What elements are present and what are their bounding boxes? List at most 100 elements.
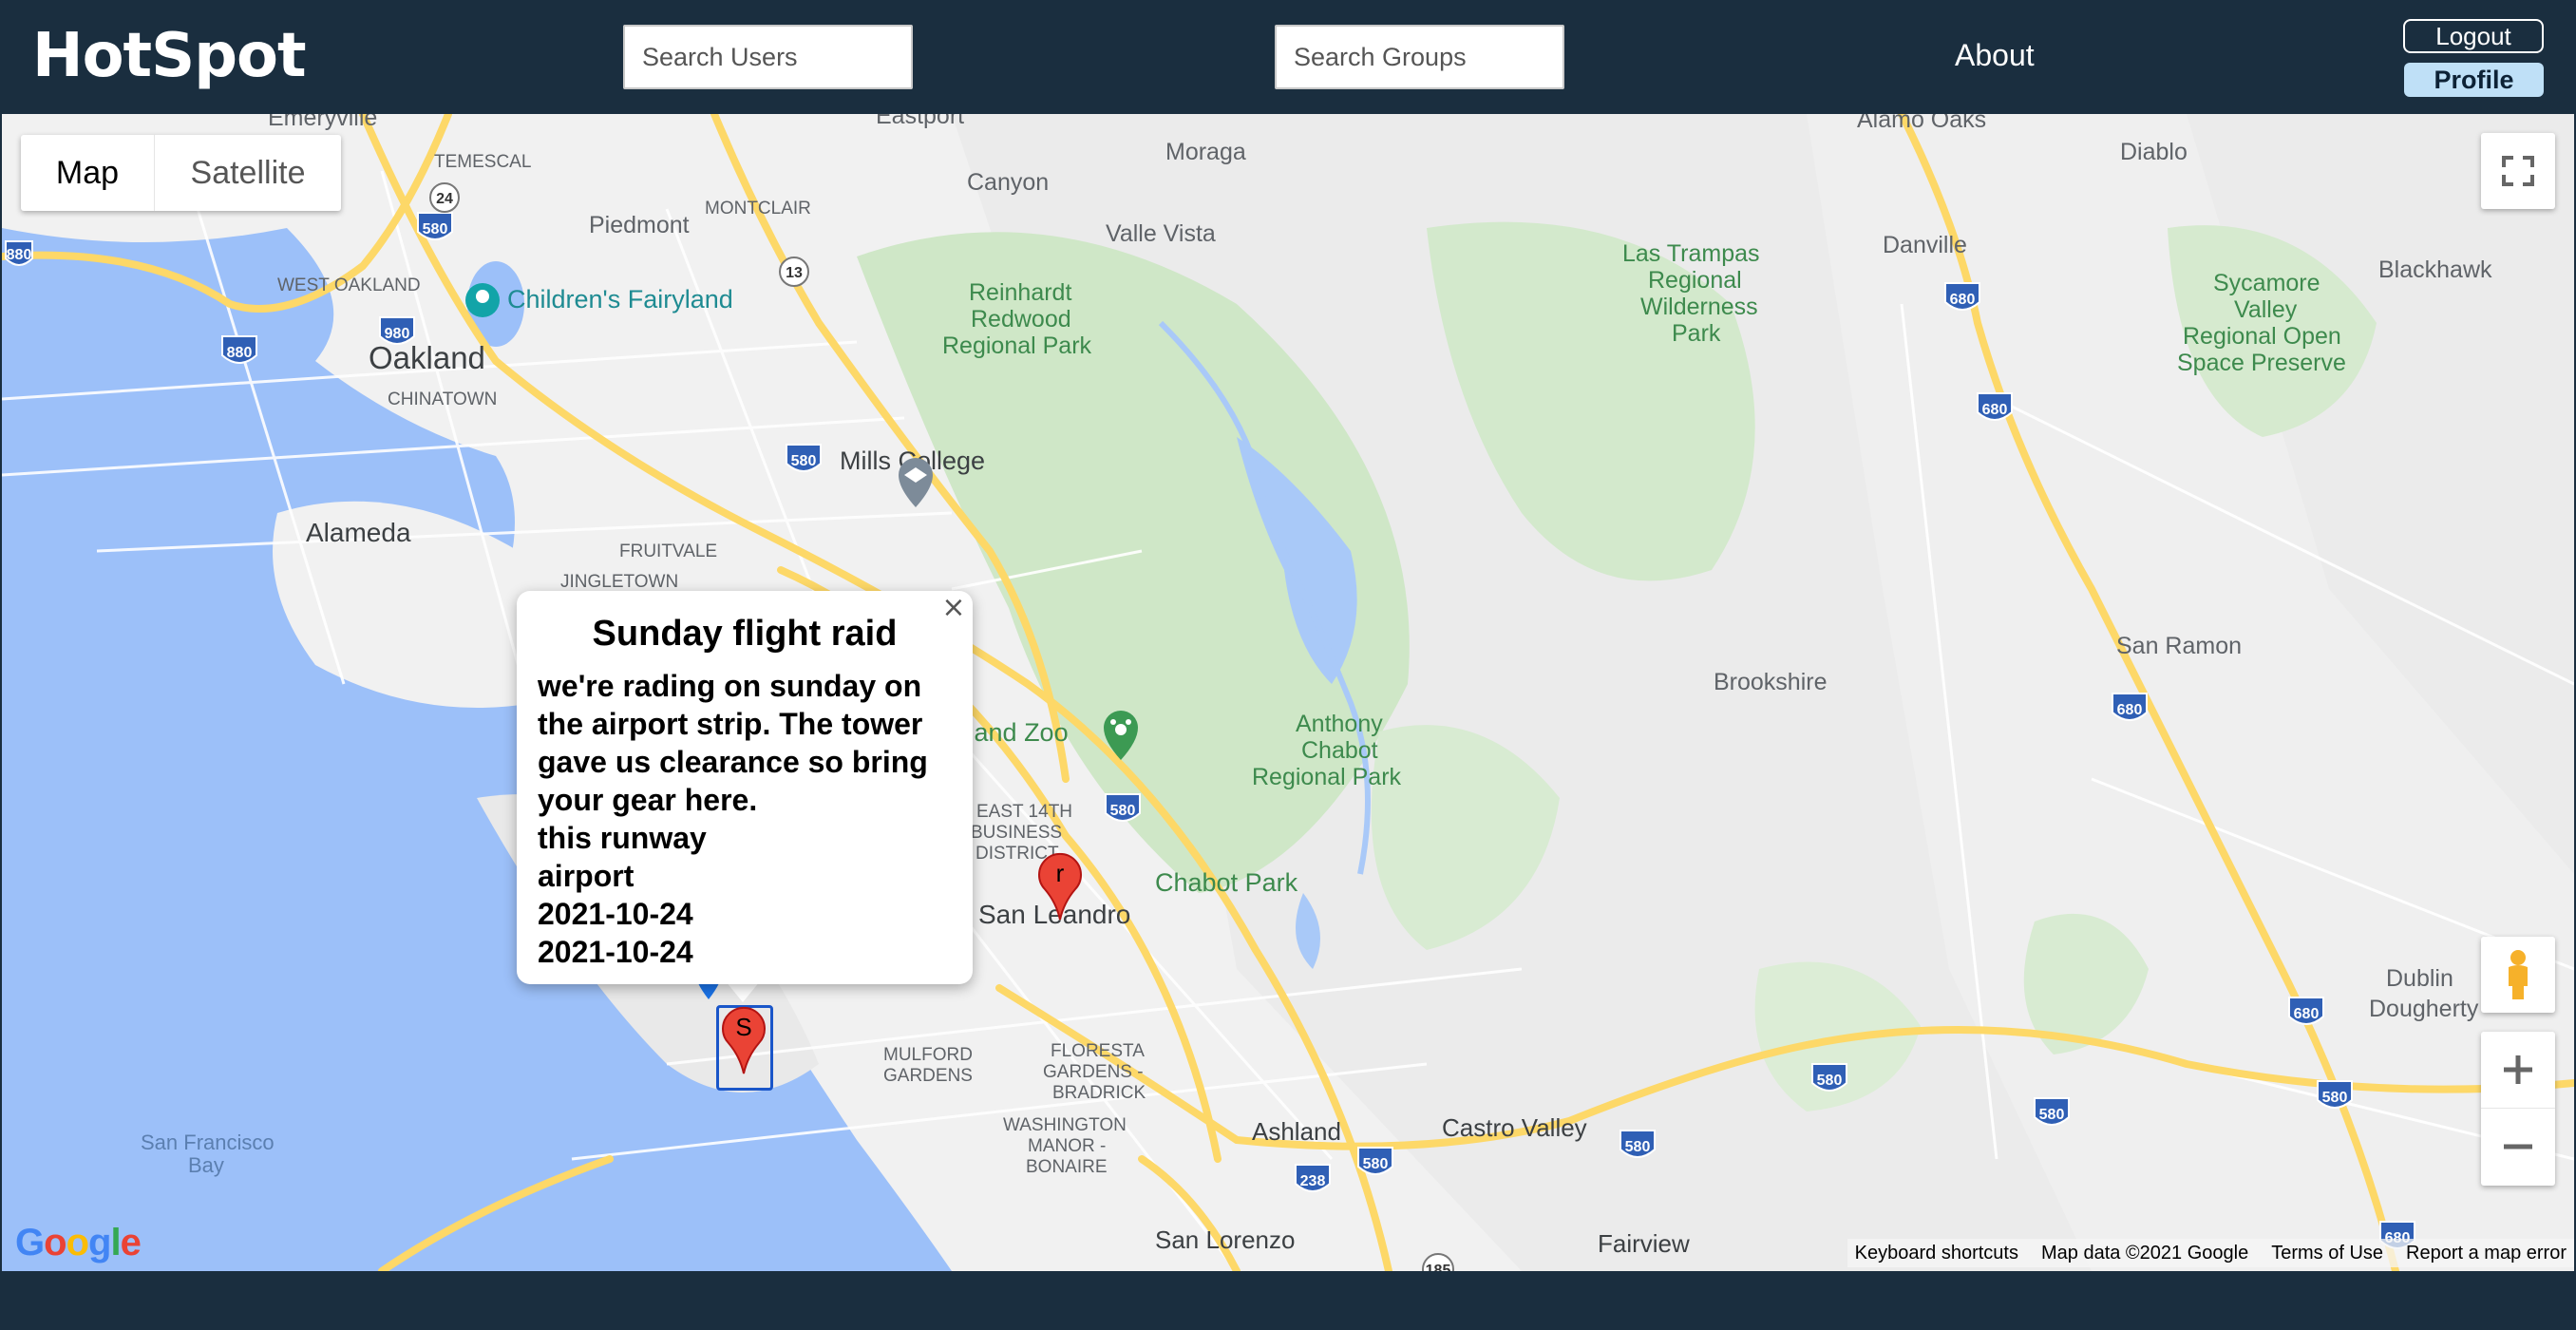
event-title: Sunday flight raid bbox=[592, 614, 898, 654]
label-sf-bay-1: San Francisco bbox=[141, 1130, 275, 1154]
event-marker[interactable]: S bbox=[719, 1001, 768, 1075]
svg-text:880: 880 bbox=[227, 345, 253, 361]
interstate-680-shield-4: 680 bbox=[2288, 997, 2324, 1025]
label-chabot-park: Chabot Park bbox=[1155, 868, 1298, 897]
label-mulford-2: GARDENS bbox=[883, 1066, 973, 1086]
zoom-in-button[interactable] bbox=[2481, 1032, 2555, 1109]
label-dublin: Dublin bbox=[2386, 965, 2453, 992]
label-chinatown: CHINATOWN bbox=[388, 390, 497, 409]
about-link[interactable]: About bbox=[1955, 38, 2035, 73]
map-attribution: Keyboard shortcuts Map data ©2021 Google… bbox=[1847, 1239, 2574, 1267]
svg-text:580: 580 bbox=[2322, 1090, 2348, 1106]
interstate-680-shield-3: 680 bbox=[2112, 693, 2148, 721]
label-floresta-2: GARDENS - bbox=[1043, 1062, 1144, 1082]
event-details: we're rading on sunday on the airport st… bbox=[538, 667, 960, 971]
footer-bar bbox=[0, 1271, 2576, 1330]
label-las-trampas-4: Park bbox=[1672, 320, 1721, 347]
brand-logo[interactable]: HotSpot bbox=[32, 21, 307, 91]
label-west-oakland: WEST OAKLAND bbox=[277, 276, 421, 295]
label-washington-2: MANOR - bbox=[1028, 1136, 1106, 1156]
label-sycamore-3: Regional Open bbox=[2183, 323, 2341, 350]
svg-text:680: 680 bbox=[1982, 402, 2008, 418]
label-sycamore-1: Sycamore bbox=[2213, 270, 2320, 296]
label-redwood: Redwood bbox=[971, 306, 1071, 332]
label-las-trampas-3: Wilderness bbox=[1640, 294, 1758, 320]
svg-text:680: 680 bbox=[2117, 702, 2143, 718]
interstate-580-shield-7: 580 bbox=[1619, 1130, 1656, 1158]
pegman-icon bbox=[2509, 950, 2528, 999]
svg-text:580: 580 bbox=[1363, 1156, 1389, 1172]
interstate-580-shield-6: 580 bbox=[2034, 1097, 2070, 1126]
interstate-680-shield: 680 bbox=[1944, 282, 1980, 311]
interstate-580-shield: 580 bbox=[417, 212, 453, 240]
label-jingletown: JINGLETOWN bbox=[560, 572, 678, 592]
svg-text:580: 580 bbox=[1110, 803, 1136, 819]
interstate-238-shield: 238 bbox=[1295, 1164, 1331, 1192]
street-view-button[interactable] bbox=[2481, 937, 2555, 1013]
label-diablo: Diablo bbox=[2120, 139, 2188, 165]
label-fruitvale: FRUITVALE bbox=[619, 542, 717, 561]
keyboard-shortcuts-link[interactable]: Keyboard shortcuts bbox=[1855, 1243, 2018, 1264]
search-users-input[interactable] bbox=[623, 25, 913, 89]
top-nav-bar: HotSpot About Logout Profile bbox=[0, 0, 2576, 114]
fairyland-poi-icon bbox=[465, 283, 500, 317]
label-dougherty: Dougherty bbox=[2369, 996, 2479, 1022]
interstate-680-shield-2: 680 bbox=[1977, 392, 2013, 421]
google-logo[interactable]: Google bbox=[15, 1222, 142, 1264]
map-tiles: Emeryville TEMESCAL Piedmont MONTCLAIR W… bbox=[2, 114, 2574, 1271]
label-moraga: Moraga bbox=[1165, 139, 1246, 165]
event-description: we're rading on sunday on the airport st… bbox=[538, 669, 928, 817]
svg-text:580: 580 bbox=[2039, 1107, 2065, 1123]
terms-of-use-link[interactable]: Terms of Use bbox=[2271, 1243, 2383, 1264]
interstate-580-shield-3: 580 bbox=[1105, 793, 1141, 822]
label-anthony-2: Chabot bbox=[1301, 737, 1378, 764]
label-san-lorenzo: San Lorenzo bbox=[1155, 1226, 1295, 1254]
route-13-shield: 13 bbox=[779, 256, 809, 287]
map-view-button[interactable]: Map bbox=[21, 135, 155, 211]
label-oakland: Oakland bbox=[369, 340, 485, 375]
report-map-error-link[interactable]: Report a map error bbox=[2406, 1243, 2567, 1264]
map-data-text: Map data ©2021 Google bbox=[2040, 1242, 2249, 1264]
svg-text:13: 13 bbox=[786, 265, 803, 281]
map-canvas[interactable]: Emeryville TEMESCAL Piedmont MONTCLAIR W… bbox=[2, 114, 2574, 1271]
interstate-580-shield-5: 580 bbox=[1811, 1063, 1847, 1092]
label-las-trampas-2: Regional bbox=[1648, 267, 1742, 294]
label-sf-bay-2: Bay bbox=[188, 1153, 224, 1177]
search-groups-input[interactable] bbox=[1275, 25, 1564, 89]
plus-icon bbox=[2504, 1055, 2532, 1084]
event-info-window: × Sunday flight raid we're rading on sun… bbox=[517, 591, 973, 984]
label-mulford-1: MULFORD bbox=[883, 1045, 973, 1065]
label-floresta-1: FLORESTA bbox=[1051, 1041, 1145, 1061]
svg-text:580: 580 bbox=[1625, 1139, 1651, 1155]
svg-text:680: 680 bbox=[1950, 292, 1976, 308]
label-sycamore-2: Valley bbox=[2234, 296, 2298, 323]
satellite-view-button[interactable]: Satellite bbox=[155, 135, 341, 211]
label-canyon: Canyon bbox=[967, 169, 1049, 196]
info-window-tail bbox=[726, 981, 760, 1002]
label-alamo-oaks: Alamo Oaks bbox=[1857, 114, 1986, 133]
interstate-580-shield-4: 580 bbox=[2317, 1080, 2353, 1109]
profile-button[interactable]: Profile bbox=[2404, 63, 2544, 97]
zoom-out-button[interactable] bbox=[2481, 1109, 2555, 1185]
label-las-trampas-1: Las Trampas bbox=[1622, 240, 1760, 267]
label-san-ramon: San Ramon bbox=[2116, 633, 2242, 659]
interstate-580-shield-8: 580 bbox=[1357, 1147, 1393, 1175]
svg-text:580: 580 bbox=[791, 453, 817, 469]
event-end-date: 2021-10-24 bbox=[538, 935, 693, 969]
svg-text:185: 185 bbox=[1426, 1263, 1451, 1271]
label-danville: Danville bbox=[1883, 232, 1967, 258]
event-marker[interactable]: r bbox=[1035, 847, 1085, 922]
interstate-580-shield-2: 580 bbox=[786, 444, 822, 472]
label-floresta-3: BRADRICK bbox=[1052, 1083, 1146, 1103]
label-east-14th-1: EAST 14TH bbox=[976, 802, 1072, 822]
label-washington-1: WASHINGTON bbox=[1003, 1115, 1127, 1135]
route-24-shield: 24 bbox=[429, 182, 460, 213]
label-piedmont: Piedmont bbox=[589, 212, 690, 238]
label-washington-3: BONAIRE bbox=[1026, 1157, 1108, 1177]
fullscreen-button[interactable] bbox=[2481, 133, 2555, 209]
logout-button[interactable]: Logout bbox=[2403, 19, 2544, 53]
event-category: airport bbox=[538, 859, 635, 893]
label-ashland: Ashland bbox=[1252, 1117, 1341, 1146]
svg-text:880: 880 bbox=[7, 247, 32, 263]
svg-text:680: 680 bbox=[2294, 1006, 2320, 1022]
